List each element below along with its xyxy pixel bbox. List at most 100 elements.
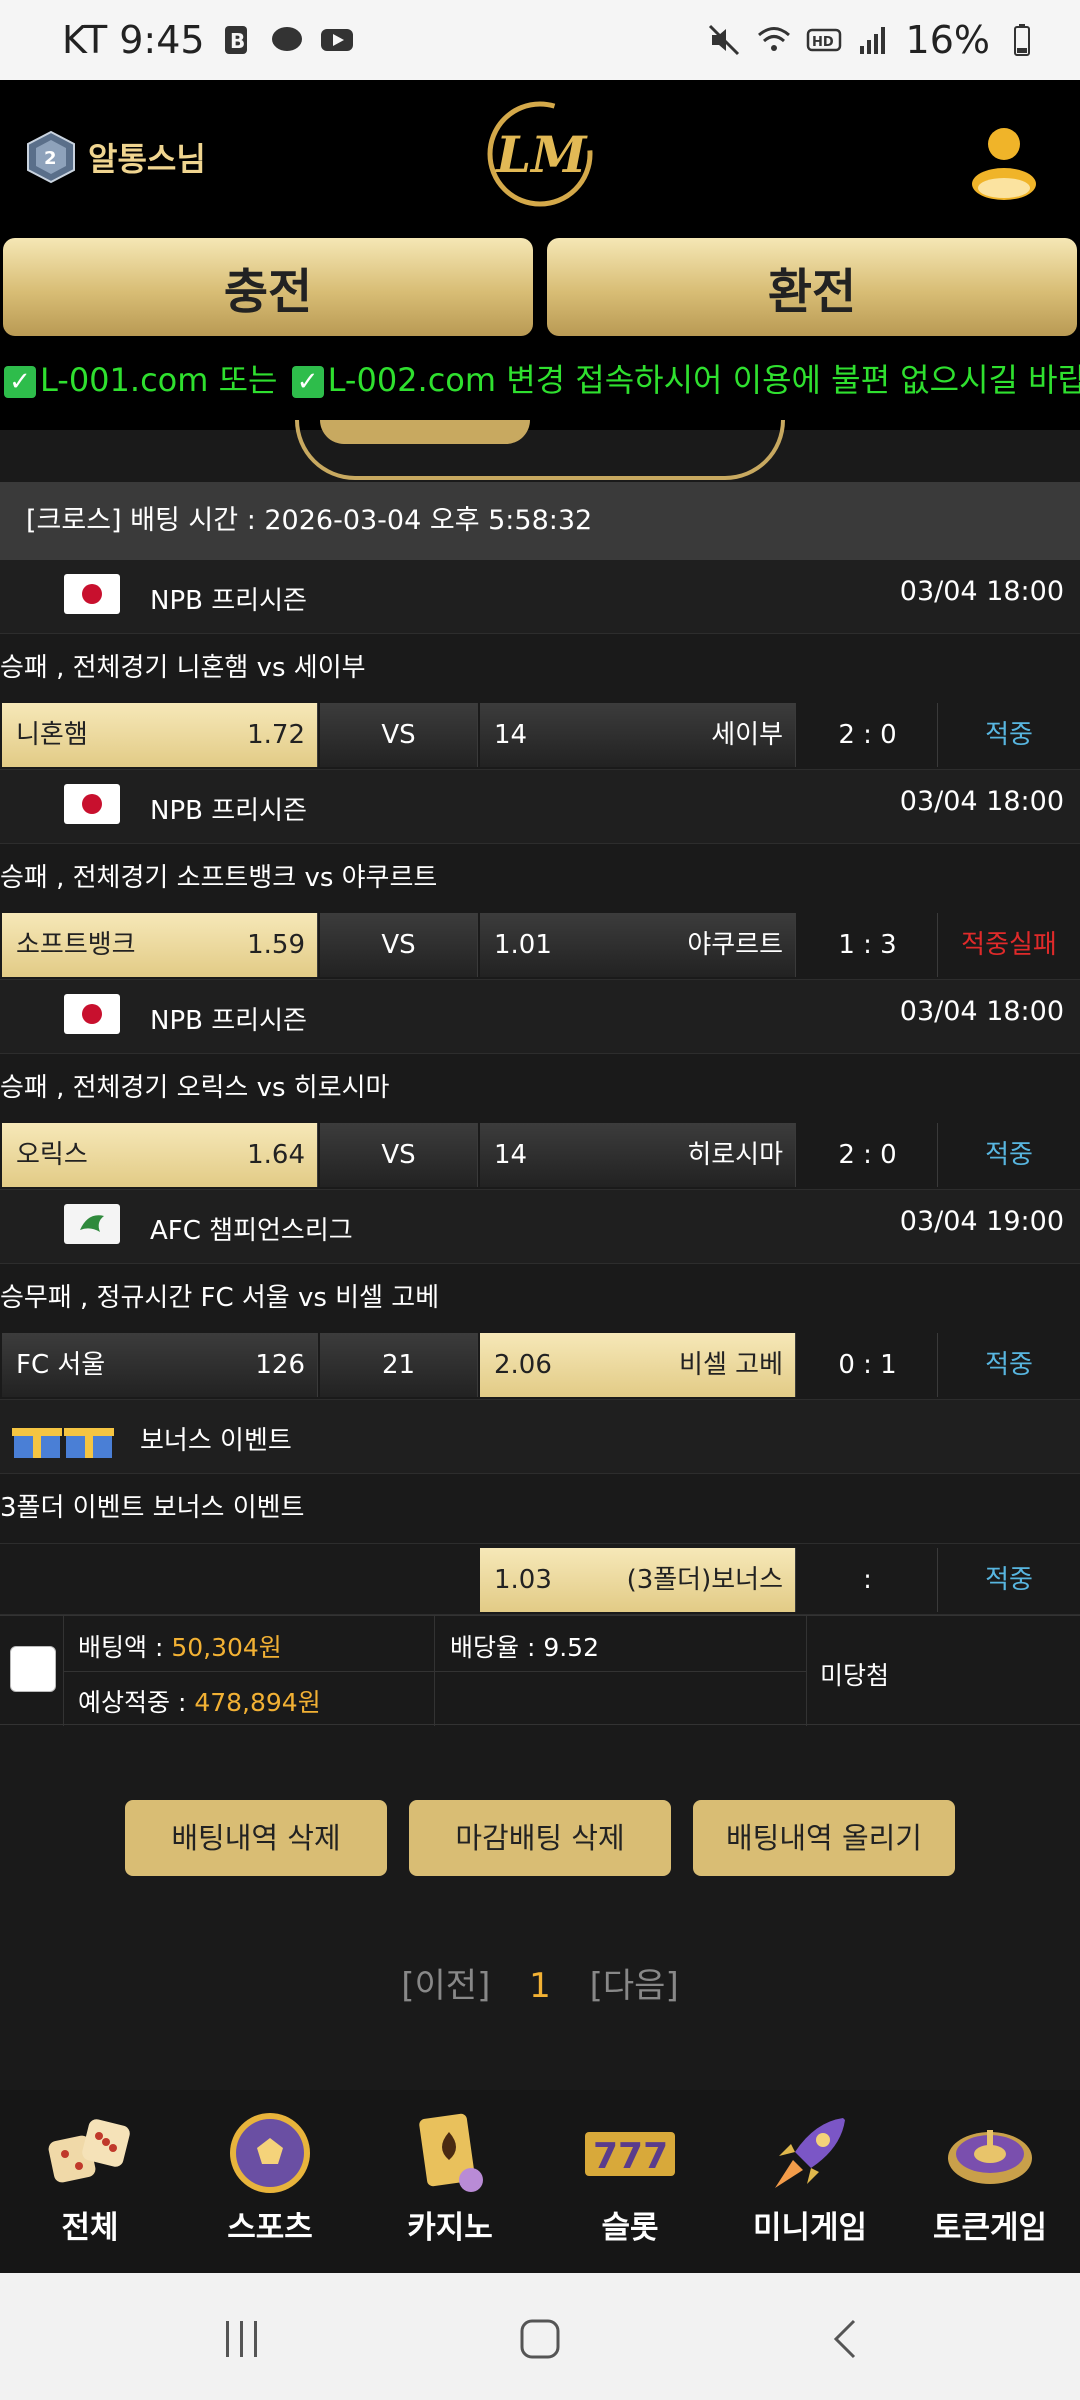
- away-odds: 14: [494, 1140, 528, 1170]
- home-odds-cell[interactable]: 오릭스 1.64: [2, 1123, 318, 1187]
- signal-icon: [856, 22, 892, 58]
- bet-amount: 배팅액 : 50,304원: [78, 1628, 282, 1664]
- recent-apps-icon[interactable]: [220, 2317, 264, 2361]
- nav-token-game[interactable]: 토큰게임: [900, 2090, 1080, 2273]
- match-time: 03/04 18:00: [899, 996, 1064, 1027]
- next-page-link[interactable]: [다음]: [590, 1966, 679, 2006]
- home-odds-cell[interactable]: FC 서울 126: [2, 1333, 318, 1397]
- nav-sports[interactable]: 스포츠: [180, 2090, 360, 2273]
- youtube-icon: [319, 22, 355, 58]
- prev-page-link[interactable]: [이전]: [401, 1966, 490, 2006]
- away-team: 비셀 고베: [679, 1350, 783, 1380]
- draw-cell[interactable]: VS: [320, 703, 478, 767]
- expected-value: 478,894원: [194, 1688, 321, 1717]
- check-icon: ✓: [4, 366, 36, 398]
- market-row: 승무패 , 정규시간 FC 서울 vs 비셀 고베: [0, 1264, 1080, 1334]
- bonus-odds: 1.03: [494, 1565, 552, 1595]
- status-bar: KT 9:45 B HD 16%: [0, 0, 1080, 80]
- back-icon[interactable]: [824, 2317, 868, 2361]
- soccer-ball-icon: [230, 2113, 310, 2193]
- score: 1 : 3: [798, 913, 938, 977]
- home-icon[interactable]: [518, 2317, 562, 2361]
- nav-label: 미니게임: [752, 2210, 868, 2246]
- league-name: NPB 프리시즌: [150, 1006, 307, 1036]
- league-name: NPB 프리시즌: [150, 796, 307, 826]
- league-row: NPB 프리시즌 03/04 18:00: [0, 560, 1080, 634]
- nav-label: 전체: [61, 2210, 119, 2246]
- away-team: 야쿠르트: [687, 930, 783, 960]
- exchange-button[interactable]: 환전: [547, 238, 1077, 336]
- away-odds: 1.01: [494, 930, 552, 960]
- home-team: 오릭스: [16, 1140, 88, 1170]
- result-status: 적중: [985, 1140, 1033, 1170]
- match-time: 03/04 19:00: [899, 1206, 1064, 1237]
- system-nav-bar: [0, 2273, 1080, 2400]
- nav-minigame[interactable]: 미니게임: [720, 2090, 900, 2273]
- home-odds-cell[interactable]: 소프트뱅크 1.59: [2, 913, 318, 977]
- charge-button[interactable]: 충전: [3, 238, 533, 336]
- match-time: 03/04 18:00: [899, 576, 1064, 607]
- bonus-odds-cell[interactable]: 1.03 (3폴더)보너스: [480, 1548, 796, 1612]
- profile-icon[interactable]: [968, 122, 1040, 202]
- odds-row: 니혼햄 1.72 VS 14 세이부 2 : 0 적중: [0, 700, 1080, 770]
- away-odds-cell[interactable]: 14 세이부: [480, 703, 796, 767]
- pagination: [이전] 1 [다음]: [0, 1958, 1080, 2008]
- odds-row: 오릭스 1.64 VS 14 히로시마 2 : 0 적중: [0, 1120, 1080, 1190]
- rocket-icon: [775, 2118, 845, 2188]
- home-team: 소프트뱅크: [16, 930, 136, 960]
- b-app-icon: B: [219, 22, 255, 58]
- site-logo-icon[interactable]: LM: [480, 94, 600, 214]
- draw-cell[interactable]: VS: [320, 913, 478, 977]
- notice-text-1: L-001.com 또는: [40, 361, 278, 399]
- market-row: 승패 , 전체경기 소프트뱅크 vs 야쿠르트: [0, 844, 1080, 914]
- nav-all[interactable]: 전체: [0, 2090, 180, 2273]
- league-name: NPB 프리시즌: [150, 586, 307, 616]
- draw-cell[interactable]: 21: [320, 1333, 478, 1397]
- user-info[interactable]: 2 알통스님: [24, 130, 206, 184]
- nav-slot[interactable]: 777 슬롯: [540, 2090, 720, 2273]
- nav-casino[interactable]: 카지노: [360, 2090, 540, 2273]
- league-row: NPB 프리시즌 03/04 18:00: [0, 770, 1080, 844]
- post-history-button[interactable]: 배팅내역 올리기: [693, 1800, 955, 1876]
- nav-label: 슬롯: [601, 2210, 659, 2246]
- bet-summary: 배팅액 : 50,304원 배당율 : 9.52 예상적중 : 478,894원…: [0, 1615, 1080, 1726]
- delete-closed-button[interactable]: 마감배팅 삭제: [409, 1800, 671, 1876]
- odds-row: 소프트뱅크 1.59 VS 1.01 야쿠르트 1 : 3 적중실패: [0, 910, 1080, 980]
- svg-text:777: 777: [593, 2136, 668, 2177]
- away-odds-cell[interactable]: 14 히로시마: [480, 1123, 796, 1187]
- svg-text:B: B: [230, 29, 245, 53]
- hd-icon: HD: [806, 22, 842, 58]
- expected-label: 예상적중 :: [78, 1688, 195, 1717]
- history-actions: 배팅내역 삭제 마감배팅 삭제 배팅내역 올리기: [0, 1800, 1080, 1880]
- notice-text-2: L-002.com 변경 접속하시어 이용에 불편 없으시길 바랍니다.: [327, 361, 1080, 399]
- svg-text:HD: HD: [812, 35, 834, 50]
- home-odds: 126: [255, 1350, 305, 1380]
- home-team: 니혼햄: [16, 720, 88, 750]
- dice-icon: [48, 2119, 130, 2183]
- away-odds-cell[interactable]: 2.06 비셀 고베: [480, 1333, 796, 1397]
- league-row: NPB 프리시즌 03/04 18:00: [0, 980, 1080, 1054]
- delete-history-button[interactable]: 배팅내역 삭제: [125, 1800, 387, 1876]
- app-header: 2 알통스님 LM: [0, 80, 1080, 235]
- bet-status: 미당첨: [820, 1661, 890, 1690]
- result-status: 적중: [985, 1350, 1033, 1380]
- away-odds-cell[interactable]: 1.01 야쿠르트: [480, 913, 796, 977]
- bonus-market-row: 3폴더 이벤트 보너스 이벤트: [0, 1474, 1080, 1544]
- score: 2 : 0: [798, 1123, 938, 1187]
- username: 알통스님: [88, 140, 206, 178]
- bet-title: [크로스] 배팅 시간 : 2026-03-04 오후 5:58:32: [0, 482, 1080, 560]
- draw-cell[interactable]: VS: [320, 1123, 478, 1187]
- select-checkbox[interactable]: [10, 1646, 56, 1692]
- svg-text:LM: LM: [494, 125, 588, 184]
- bonus-label: (3폴더)보너스: [626, 1565, 783, 1595]
- bottom-nav: 전체 스포츠 카지노 777 슬롯 미니게임 토큰게임: [0, 2090, 1080, 2273]
- home-team: FC 서울: [16, 1350, 106, 1380]
- mute-icon: [706, 22, 742, 58]
- result-status: 적중: [985, 1565, 1033, 1595]
- score: 2 : 0: [798, 703, 938, 767]
- wallet-actions: 충전 환전: [0, 235, 1080, 340]
- nav-label: 스포츠: [227, 2210, 313, 2246]
- roulette-icon: [948, 2130, 1032, 2184]
- home-odds-cell[interactable]: 니혼햄 1.72: [2, 703, 318, 767]
- current-page[interactable]: 1: [529, 1966, 551, 2006]
